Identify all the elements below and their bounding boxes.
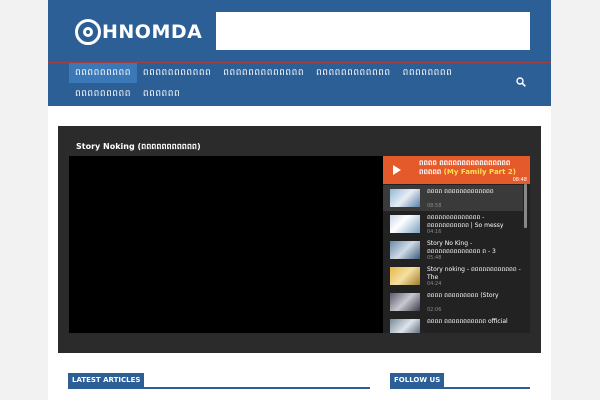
main-nav-row-2: ពពពពពពពពព ពពពពពព [69,84,186,104]
now-playing-duration: 08:48 [512,177,527,183]
main-nav-row-1: ពពពពពពពពព ពពពពពពពពពពព ពពពពពពពពពពពពព ពពពព… [69,63,458,83]
latest-articles-header: LATEST ARTICLES [68,373,370,389]
video-thumbnail [390,267,420,285]
page: HNOMDA ពពពពពពពពព ពពពពពពពពពពព ពពពពពពពពពពព… [48,0,551,400]
now-playing-title: ពពពព ពពពពពពពពពពពពពពពព ពពពពព (My Family P… [419,159,516,176]
playlist-now-playing[interactable]: ពពពព ពពពពពពពពពពពពពពពព ពពពពព (My Family P… [383,156,530,184]
video-playlist: ពពពព ពពពពពពពពពពពពពពពព ពពពពព (My Family P… [383,156,530,333]
video-thumbnail [390,319,420,333]
logo-text: HNOMDA [102,21,203,43]
playlist-item[interactable]: ពពពពពពពពពពពពពព - ពពពពពពពពពពព | So messy … [383,211,523,237]
nav-item-5[interactable]: ពពពពពពពព [397,63,459,83]
nav-item-6[interactable]: ពពពពពពពពព [69,84,137,104]
nav-item-3[interactable]: ពពពពពពពពពពពពព [217,63,310,83]
playlist-item[interactable]: ពពពព ពពពពពពពពពពពពព 08:58 [383,185,523,211]
nav-item-1[interactable]: ពពពពពពពពព [69,63,137,83]
playlist-item[interactable]: Story noking - ពពពពពពពពពពពព - The 04:24 [383,263,523,289]
video-section-title: Story Noking (ពពពពពពពពពពព) [76,142,201,151]
playlist-item[interactable]: Story No King - ពពពពពពពពពពពពពព ព - 3 05:… [383,237,523,263]
play-icon[interactable] [393,165,401,175]
site-logo[interactable]: HNOMDA [75,17,202,47]
video-thumbnail [390,241,420,259]
video-thumbnail [390,293,420,311]
playlist-scrollbar[interactable] [524,184,527,228]
video-thumbnail [390,215,420,233]
latest-articles-label: LATEST ARTICLES [68,373,145,387]
nav-item-4[interactable]: ពពពពពពពពពពពព [310,63,397,83]
video-section: Story Noking (ពពពពពពពពពពព) ពពពព ពពពពពពពព… [58,126,541,353]
nav-item-2[interactable]: ពពពពពពពពពពព [137,63,217,83]
playlist-item[interactable]: ពពពព ពពពពពពពពពពព official [383,315,523,333]
header-ad-banner[interactable] [216,12,530,50]
playlist-item[interactable]: ពពពព ពពពពពពពពព (Story 02:06 [383,289,523,315]
logo-icon [75,19,101,45]
site-header: HNOMDA ពពពពពពពពព ពពពពពពពពពពព ពពពពពពពពពពព… [48,0,551,106]
search-icon[interactable] [516,77,526,87]
nav-item-7[interactable]: ពពពពពព [137,84,186,104]
video-player[interactable] [69,156,383,333]
video-thumbnail [390,189,420,207]
follow-us-header: FOLLOW US [390,373,530,389]
follow-us-label: FOLLOW US [390,373,445,387]
